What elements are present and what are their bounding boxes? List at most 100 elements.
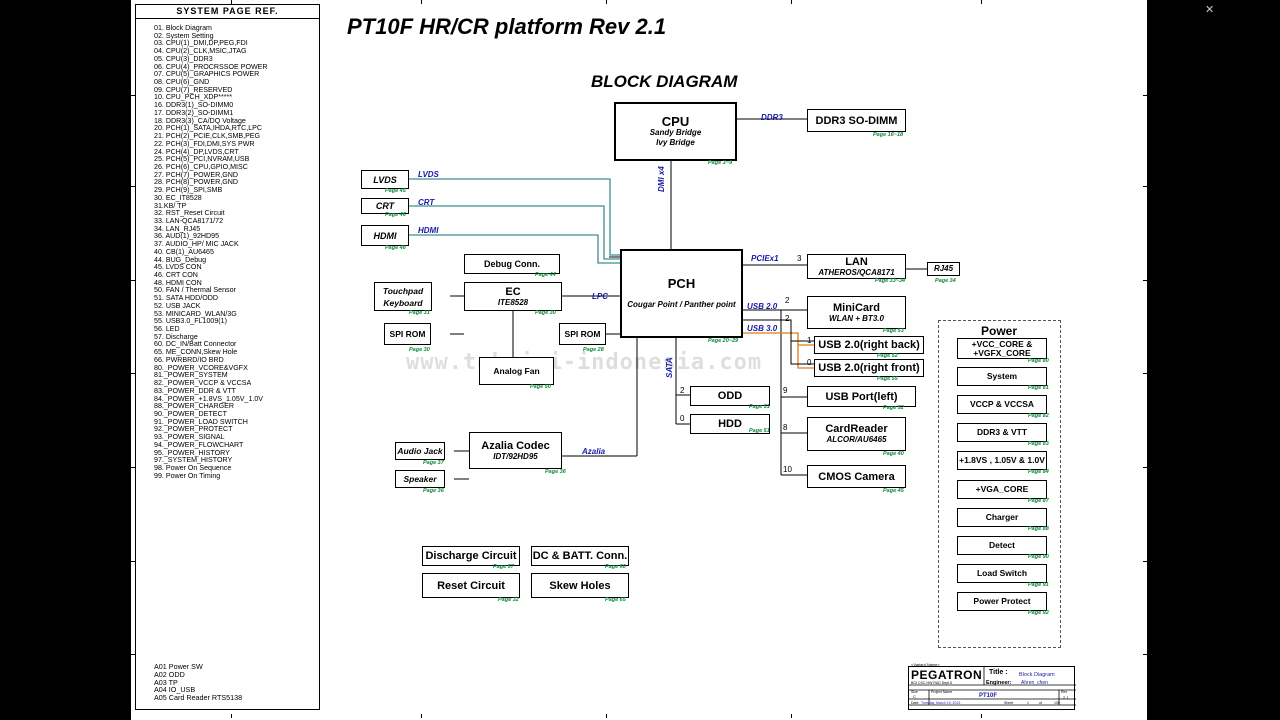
power-item-page: Page 82 <box>1028 413 1049 419</box>
fan-page: Page 50 <box>530 384 551 390</box>
skew-label: Skew Holes <box>549 579 611 592</box>
usbfront-label: USB 2.0(right front) <box>818 362 920 374</box>
power-item-block: Power Protect <box>957 592 1047 611</box>
crt-line <box>408 205 621 260</box>
lvds-page: Page 45 <box>385 188 406 194</box>
pegatron-logo: PEGATRON <box>911 668 983 682</box>
azalia-label: Azalia Codec <box>481 439 550 452</box>
cpu-sub2: Ivy Bridge <box>656 137 695 147</box>
engineer-label: Engineer: <box>986 680 1012 686</box>
hdd-label: HDD <box>718 418 742 430</box>
power-item-label: +1.8VS , 1.05V & 1.0V <box>959 455 1045 465</box>
rev-value: 2.1 <box>1063 695 1069 700</box>
speaker-label: Speaker <box>403 474 437 484</box>
pch-sub: Cougar Point / Panther point <box>627 299 736 309</box>
lan-sub: ATHEROS/QCA8171 <box>818 267 895 277</box>
hdd-page: Page 51 <box>749 428 770 434</box>
project-label: Project Name <box>931 690 953 694</box>
dcbatt-label: DC & BATT. Conn. <box>532 550 628 562</box>
close-icon[interactable]: ✕ <box>1205 3 1214 16</box>
sata-bus-label: SATA <box>665 357 674 378</box>
date-label: Date: <box>911 701 920 705</box>
crt-page: Page 46 <box>385 212 406 218</box>
ec-label: EC <box>505 285 521 298</box>
odd-block: ODD <box>690 386 770 406</box>
reset-label: Reset Circuit <box>437 579 505 592</box>
minicard-sub: WLAN + BT3.0 <box>829 313 884 323</box>
power-item-page: Page 83 <box>1028 441 1049 447</box>
power-item-block: DDR3 & VTT <box>957 423 1047 442</box>
pch-block: PCH Cougar Point / Panther point <box>620 249 743 338</box>
minicard-label: MiniCard <box>832 301 881 314</box>
power-item-page: Page 91 <box>1028 582 1049 588</box>
spirom1-label: SPI ROM <box>389 329 426 339</box>
hdmi-label: HDMI <box>373 230 397 241</box>
speaker-page: Page 36 <box>423 488 444 494</box>
schematic-sheet: SYSTEM PAGE REF. 01. Block Diagram 02. Sy… <box>131 0 1147 720</box>
cpu-label: CPU <box>661 113 690 129</box>
speaker-block: Speaker <box>395 470 445 488</box>
pciex1-bus-label: PCIEx1 <box>751 254 779 263</box>
usbport-label: USB Port(left) <box>825 390 898 403</box>
ddr3-block: DDR3 SO-DIMM <box>807 109 906 132</box>
power-item-page: Page 80 <box>1028 358 1049 364</box>
touchpad-keyboard-block: Touchpad Keyboard <box>374 282 432 311</box>
ddr3-bus-label: DDR3 <box>761 113 783 122</box>
cardreader-sub: ALCOR/AU6465 <box>826 435 887 444</box>
power-item-page: Page 81 <box>1028 385 1049 391</box>
cmos-label: CMOS Camera <box>818 470 895 483</box>
minicard-block: MiniCard WLAN + BT3.0 <box>807 296 906 329</box>
cardreader-block: CardReader ALCOR/AU6465 <box>807 417 906 451</box>
power-item-block: VCCP & VCCSA <box>957 395 1047 414</box>
lpc-bus-label: LPC <box>592 292 608 301</box>
power-item-block: +1.8VS , 1.05V & 1.0V <box>957 451 1047 470</box>
title-value: Block Diagram <box>1019 672 1055 678</box>
spirom2-page: Page 28 <box>583 347 604 353</box>
minicard-port-num-usb: 2 <box>785 314 790 323</box>
power-item-block: Charger <box>957 508 1047 527</box>
discharge-circuit-block: Discharge Circuit <box>422 546 520 566</box>
reset-page: Page 32 <box>498 597 519 603</box>
lan-block: LAN ATHEROS/QCA8171 <box>807 254 906 279</box>
cmos-camera-block: CMOS Camera <box>807 465 906 488</box>
crt-bus-label: CRT <box>418 198 435 207</box>
fan-label: Analog Fan <box>493 366 540 376</box>
pch-page: Page 20~29 <box>708 338 739 344</box>
audiojack-label: Audio Jack <box>397 446 443 456</box>
rj45-block: RJ45 <box>927 262 960 276</box>
lan-port-num: 3 <box>797 254 802 263</box>
hdmi-page: Page 48 <box>385 245 406 251</box>
power-item-label: Load Switch <box>976 568 1028 578</box>
usbback-label: USB 2.0(right back) <box>818 339 920 351</box>
usb20-bus-label: USB 2.0 <box>747 302 778 311</box>
azalia-codec-block: Azalia Codec IDT/92HD95 <box>469 432 562 469</box>
odd-port-num: 2 <box>680 386 685 395</box>
lan-page: Page 33~34 <box>875 278 906 284</box>
usbfront-port-num: 0 <box>807 358 812 367</box>
dmi-bus-label: DMI x4 <box>657 166 666 192</box>
power-item-label-2: +VGFX_CORE <box>973 347 1031 358</box>
sheet-label: Sheet <box>1004 701 1014 705</box>
minicard-page: Page 53 <box>883 328 904 334</box>
title-block: <Variant Name> PEGATRON BGI CSC-HW R&D D… <box>908 662 1076 710</box>
usb3-lines <box>742 332 814 369</box>
power-item-label: VCCP & VCCSA <box>969 399 1035 409</box>
usb30-bus-label: USB 3.0 <box>747 324 778 333</box>
reset-circuit-block: Reset Circuit <box>422 573 520 598</box>
power-item-label: Power Protect <box>973 596 1031 606</box>
dc-batt-conn-block: DC & BATT. Conn. <box>531 546 629 566</box>
discharge-label: Discharge Circuit <box>425 550 517 562</box>
power-item-label: Detect <box>989 540 1015 550</box>
usb-right-front-block: USB 2.0(right front) <box>814 359 924 377</box>
cmos-page: Page 45 <box>883 488 904 494</box>
usb-port-left-block: USB Port(left) <box>807 386 916 407</box>
lvds-block: LVDS <box>361 170 409 189</box>
cpu-block: CPU Sandy Bridge Ivy Bridge <box>614 102 737 161</box>
power-title: Power <box>981 324 1018 338</box>
touchpad-page: Page 31 <box>409 310 430 316</box>
debug-page: Page 44 <box>535 272 556 278</box>
usbback-port-num: 1 <box>807 336 812 345</box>
debug-conn-block: Debug Conn. <box>464 254 560 274</box>
discharge-page: Page 57 <box>493 564 514 570</box>
power-item-page: Page 87 <box>1028 498 1049 504</box>
